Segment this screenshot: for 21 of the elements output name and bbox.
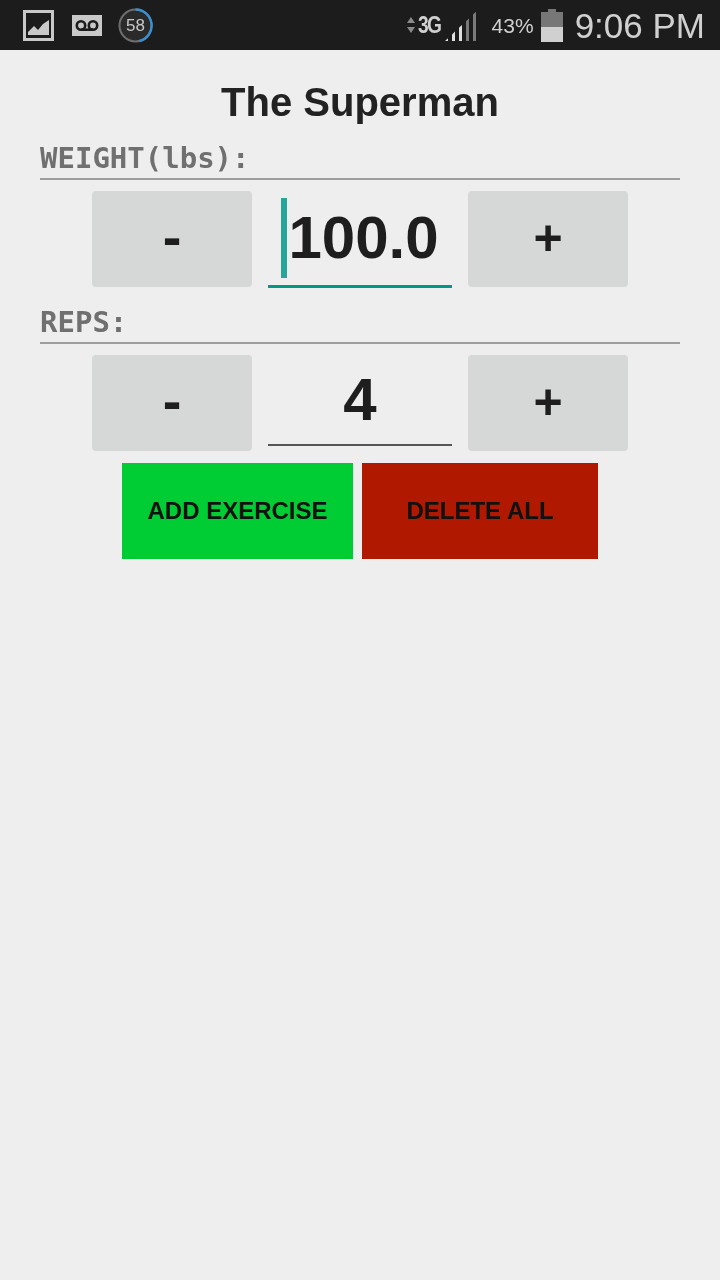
screen-title: The Superman bbox=[220, 79, 500, 126]
decrement-button[interactable]: - bbox=[92, 355, 252, 451]
number-field[interactable]: 100.0 bbox=[268, 191, 452, 288]
field-label: REPS: bbox=[40, 305, 128, 339]
increment-button[interactable]: + bbox=[468, 191, 628, 287]
battery-icon bbox=[540, 8, 563, 42]
network-type: 3G bbox=[417, 13, 440, 37]
add-exercise-button[interactable]: ADD EXERCISE bbox=[122, 463, 353, 559]
clock-time: 9:06 PM bbox=[574, 7, 705, 43]
text-cursor-icon bbox=[281, 198, 288, 278]
notification-count: 58 bbox=[126, 16, 145, 34]
signal-icon bbox=[444, 9, 479, 41]
battery-percent: 43% bbox=[491, 14, 534, 36]
voicemail-icon bbox=[72, 14, 102, 36]
data-arrows-icon bbox=[406, 17, 415, 33]
decrement-button[interactable]: - bbox=[92, 191, 252, 287]
number-field[interactable]: 4 bbox=[268, 355, 452, 446]
increment-button[interactable]: + bbox=[468, 355, 628, 451]
field-label: WEIGHT(lbs): bbox=[40, 141, 250, 175]
image-icon bbox=[23, 9, 54, 41]
ring-icon bbox=[118, 7, 153, 43]
